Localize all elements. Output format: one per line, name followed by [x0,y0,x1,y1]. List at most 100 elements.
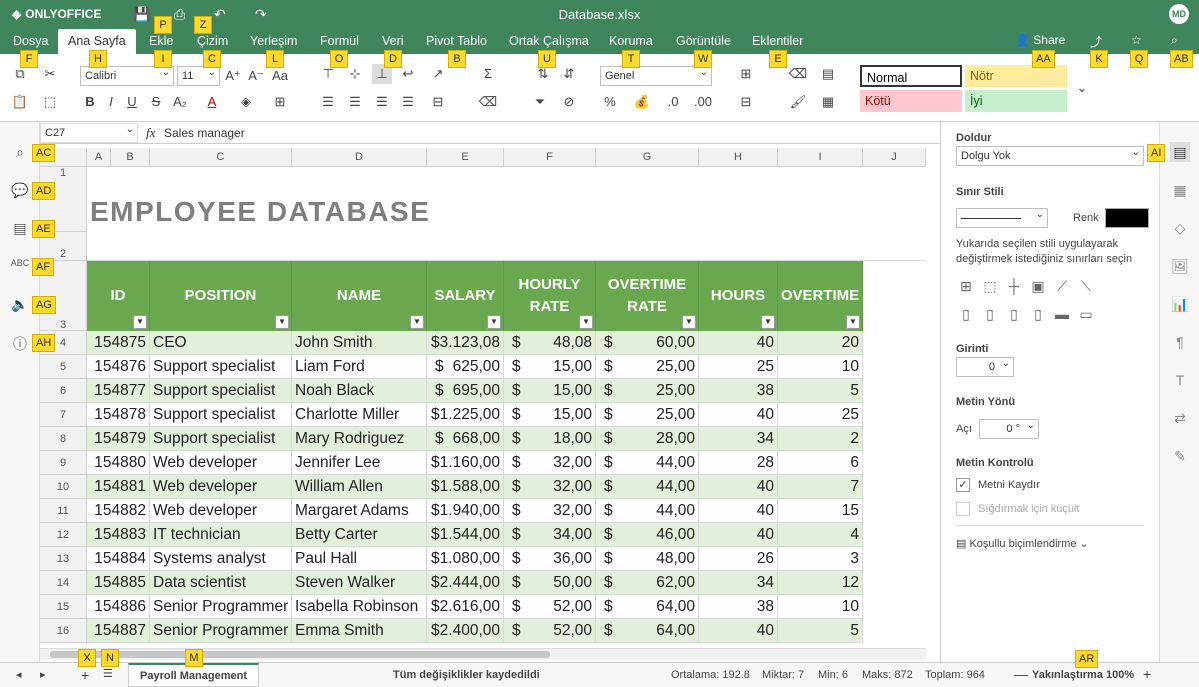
table-cell[interactable]: $1.940,00 [427,499,504,523]
table-cell[interactable]: Mary Rodriguez [292,427,427,451]
table-cell[interactable]: $44,00 [596,499,699,523]
header-cell[interactable]: POSITION ▼ [150,261,292,331]
horizontal-scrollbar[interactable] [40,648,926,660]
table-cell[interactable]: 40 [699,403,778,427]
table-cell[interactable]: $46,00 [596,523,699,547]
insert-cells-icon[interactable]: ⊞ [736,64,756,84]
border-option-icon[interactable]: ▯ [1004,304,1024,324]
table-cell[interactable]: $668,00 [427,427,504,451]
indent-spinner[interactable]: 0 [956,355,1014,377]
table-cell[interactable]: Support specialist [150,427,292,451]
header-cell[interactable]: NAME ▼ [292,261,427,331]
cell-reference-box[interactable]: C27 [40,121,138,143]
table-cell[interactable]: Isabella Robinson [292,595,427,619]
merge-cells-icon[interactable]: ⊟ [428,92,448,112]
table-cell[interactable]: 4 [778,523,863,547]
table-cell[interactable]: $44,00 [596,475,699,499]
justify-icon[interactable]: ☰ [398,92,418,112]
row-header[interactable]: 16 [40,619,87,643]
scroll-thumb[interactable] [50,651,550,658]
border-option-icon[interactable]: ▯ [1028,304,1048,324]
change-case-icon[interactable]: Aa [270,66,290,86]
table-cell[interactable]: $25,00 [596,379,699,403]
table-cell[interactable]: $32,00 [504,475,596,499]
table-cell[interactable]: Margaret Adams [292,499,427,523]
align-left-icon[interactable]: ☰ [318,92,338,112]
zoom-out-icon[interactable]: — [1014,666,1028,682]
table-cell[interactable]: CEO [150,331,292,355]
table-cell[interactable]: Noah Black [292,379,427,403]
formula-input[interactable]: Sales manager [164,126,245,140]
paste-icon[interactable]: 📋 [10,92,30,112]
filter-dropdown-icon[interactable]: ▼ [761,315,775,329]
table-cell[interactable]: 154879 [87,427,150,451]
table-cell[interactable]: 10 [778,595,863,619]
table-cell[interactable]: $15,00 [504,403,596,427]
row-header[interactable]: 5 [40,355,87,379]
underline-icon[interactable]: U [122,92,142,112]
border-option-icon[interactable]: ┼ [1004,276,1024,296]
font-size-select[interactable]: 11 [177,64,220,86]
share-button[interactable]: 👤 Share [1015,33,1065,47]
subscript-icon[interactable]: A₂ [170,92,190,112]
table-cell[interactable]: $18,00 [504,427,596,451]
open-location-icon[interactable]: ⤴ [1090,33,1102,50]
table-cell[interactable]: $28,00 [596,427,699,451]
font-color-icon[interactable]: A [202,92,222,112]
table-cell[interactable]: 154882 [87,499,150,523]
scroll-right-icon[interactable]: ▸ [40,668,46,681]
border-option-icon[interactable]: ⬚ [980,276,1000,296]
col-header-i[interactable]: I [778,148,863,167]
orientation-icon[interactable]: ↗ [428,64,448,84]
table-settings-icon[interactable]: ▦ [1170,180,1190,200]
italic-icon[interactable]: I [101,92,121,112]
border-option-icon[interactable]: ⟋ [1052,276,1072,296]
image-settings-icon[interactable]: 🖼 [1170,256,1190,276]
header-cell[interactable]: HOURLY RATE ▼ [504,261,596,331]
table-cell[interactable]: $34,00 [504,523,596,547]
table-cell[interactable]: 12 [778,571,863,595]
row-header[interactable]: 8 [40,427,87,451]
table-cell[interactable]: 15 [778,499,863,523]
comments-icon[interactable]: 💬 [10,182,30,202]
col-header-e[interactable]: E [427,148,504,167]
table-cell[interactable]: Liam Ford [292,355,427,379]
table-cell[interactable]: 34 [699,571,778,595]
table-cell[interactable]: 154877 [87,379,150,403]
shape-settings-icon[interactable]: ◇ [1170,218,1190,238]
delete-cells-icon[interactable]: ⊟ [736,92,756,112]
col-header-j[interactable]: J [863,148,926,167]
percent-icon[interactable]: % [600,92,620,112]
table-cell[interactable]: Steven Walker [292,571,427,595]
info-icon[interactable]: ⓘ [10,334,30,354]
add-sheet-icon[interactable]: + [81,667,89,683]
table-cell[interactable]: $52,00 [504,595,596,619]
table-cell[interactable]: $2.616,00 [427,595,504,619]
spreadsheet-grid[interactable]: A B C D E F G H I J 1 2 3 EMPLOYEE DATAB… [40,144,940,662]
decrease-font-icon[interactable]: A⁻ [246,66,266,86]
table-cell[interactable]: Senior Programmer [150,595,292,619]
table-cell[interactable]: 28 [699,451,778,475]
col-header-f[interactable]: F [504,148,596,167]
table-cell[interactable]: 5 [778,379,863,403]
table-cell[interactable]: $25,00 [596,403,699,427]
filter-dropdown-icon[interactable]: ▼ [846,315,860,329]
style-good[interactable]: İyi [965,90,1067,112]
table-cell[interactable]: $1.225,00 [427,403,504,427]
col-header-a[interactable]: A [87,148,111,167]
select-all-icon[interactable]: ⬚ [40,92,60,112]
table-cell[interactable]: $695,00 [427,379,504,403]
align-middle-icon[interactable]: ⊹ [345,64,365,84]
table-cell[interactable]: 154887 [87,619,150,643]
col-header-c[interactable]: C [150,148,292,167]
filter-icon[interactable]: ⏷ [530,92,550,112]
table-cell[interactable]: Emma Smith [292,619,427,643]
table-cell[interactable]: $15,00 [504,379,596,403]
clear-filter-icon[interactable]: ⊘ [559,92,579,112]
row-header[interactable]: 6 [40,379,87,403]
fill-color-icon[interactable]: ◈ [236,92,256,112]
zoom-in-icon[interactable]: + [1143,666,1151,682]
angle-spinner[interactable]: 0 ° [979,417,1039,439]
header-cell[interactable]: SALARY ▼ [427,261,504,331]
table-cell[interactable]: 26 [699,547,778,571]
